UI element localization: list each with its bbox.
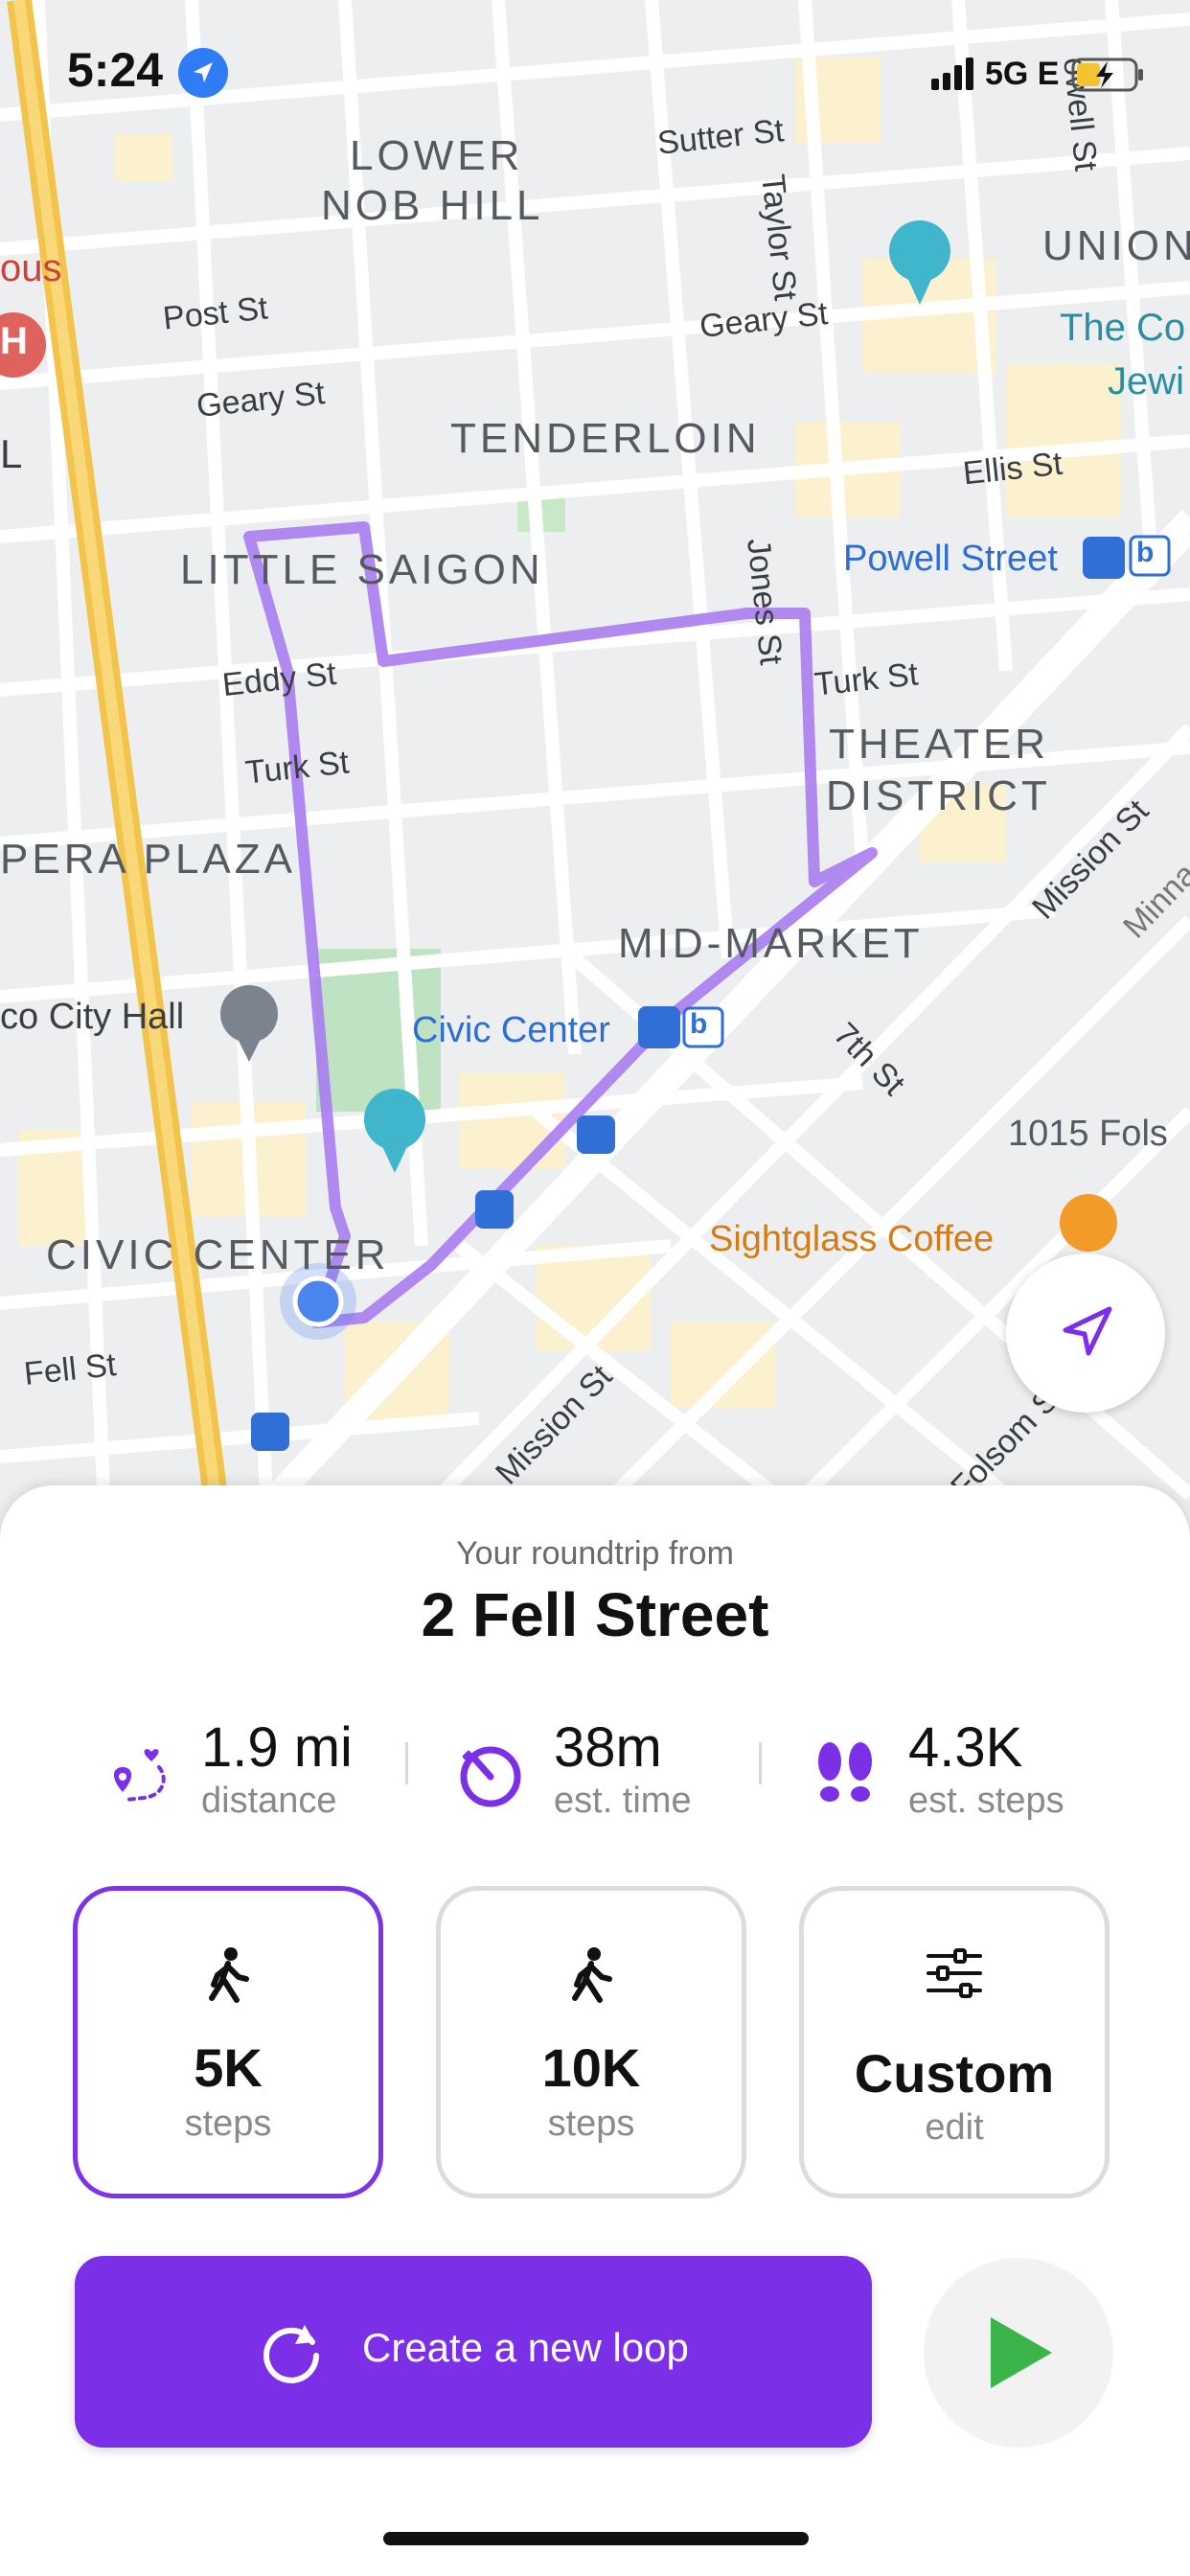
status-indicators: 5G E [929,50,1150,98]
coffee-pin-icon [1060,1194,1117,1252]
option-custom-sublabel: edit [925,2107,984,2148]
stat-distance-value: 1.9 mi [201,1716,353,1779]
recenter-location-button[interactable] [1006,1254,1165,1413]
play-icon [991,2317,1052,2388]
stat-steps-label: est. steps [908,1781,1064,1821]
timer-icon [460,1746,521,1807]
stat-distance-label: distance [201,1781,337,1821]
map-label-nob-hill: NOB HILL [321,182,544,229]
poi-label-powell-station[interactable]: Powell Street [843,539,1058,580]
poi-label-the-co[interactable]: The Co [1060,307,1185,350]
stat-time-value: 38m [554,1716,662,1779]
walking-icon [209,1947,249,2003]
stat-steps: 4.3K est. steps [812,1715,1129,1830]
stat-time-label: est. time [554,1781,692,1821]
map-label-edge-l: L [0,431,23,476]
map-label-opera-plaza: PERA PLAZA [0,836,297,883]
stat-time: 38m est. time [458,1715,745,1830]
stat-steps-value: 4.3K [908,1716,1023,1779]
option-card-10k[interactable]: 10K steps [436,1886,746,2198]
network-type: 5G E [985,56,1060,92]
sheet-subtitle: Your roundtrip from [456,1535,734,1572]
option-5k-unit: steps [184,2104,272,2144]
battery-charging-icon [1071,58,1143,92]
sliders-icon [927,1948,982,1998]
option-10k-number: 10K [541,2037,641,2098]
option-5k-number: 5K [194,2037,263,2098]
status-bar: 5:24 5G E [0,0,1190,144]
route-bottom-sheet: Your roundtrip from 2 Fell Street 1.9 mi… [0,1485,1190,2576]
walking-icon [572,1947,612,2003]
map-label-district: DISTRICT [826,772,1051,819]
option-card-custom[interactable]: Custom edit [799,1886,1110,2198]
route-pin-icon [113,1749,166,1802]
poi-label-civic-center-station[interactable]: Civic Center [412,1010,610,1051]
start-address-title: 2 Fell Street [421,1580,769,1649]
stat-divider [759,1742,762,1784]
stat-divider [405,1742,408,1784]
poi-label-1015-folsom[interactable]: 1015 Fols [1008,1114,1168,1155]
refresh-icon [263,2325,319,2383]
navigation-arrow-icon [1063,1306,1112,1356]
option-card-5k[interactable]: 5K steps [73,1886,383,2198]
create-new-loop-label: Create a new loop [362,2325,689,2370]
footprints-icon [818,1742,872,1802]
map-label-tenderloin: TENDERLOIN [450,415,761,462]
option-custom-label: Custom [854,2043,1055,2104]
start-walk-button[interactable] [924,2258,1113,2448]
map-view[interactable]: LOWER NOB HILL TENDERLOIN LITTLE SAIGON … [0,0,1190,1533]
map-label-mid-market: MID-MARKET [618,920,924,967]
home-indicator[interactable] [383,2532,809,2545]
option-10k-unit: steps [547,2104,635,2144]
location-arrow-icon [178,48,228,98]
map-label-union: UNION [1042,222,1190,269]
city-hall-pin-icon [220,985,278,1062]
user-location-dot [292,1276,344,1327]
bart-badge-letter-2: b [690,1008,708,1040]
bart-badge-letter: b [1136,537,1155,568]
poi-label-ous[interactable]: ous [0,247,62,290]
map-label-theater: THEATER [829,721,1050,768]
hospital-badge-letter: H [0,320,28,362]
stat-distance: 1.9 mi distance [105,1715,393,1830]
map-label-little-saigon: LITTLE SAIGON [180,546,544,593]
map-label-civic-center: CIVIC CENTER [46,1231,390,1278]
poi-label-city-hall[interactable]: co City Hall [0,997,184,1038]
create-new-loop-button[interactable]: Create a new loop [75,2256,872,2448]
status-time: 5:24 [67,43,164,97]
poi-label-sightglass[interactable]: Sightglass Coffee [709,1219,994,1260]
poi-label-jewi[interactable]: Jewi [1108,360,1184,403]
